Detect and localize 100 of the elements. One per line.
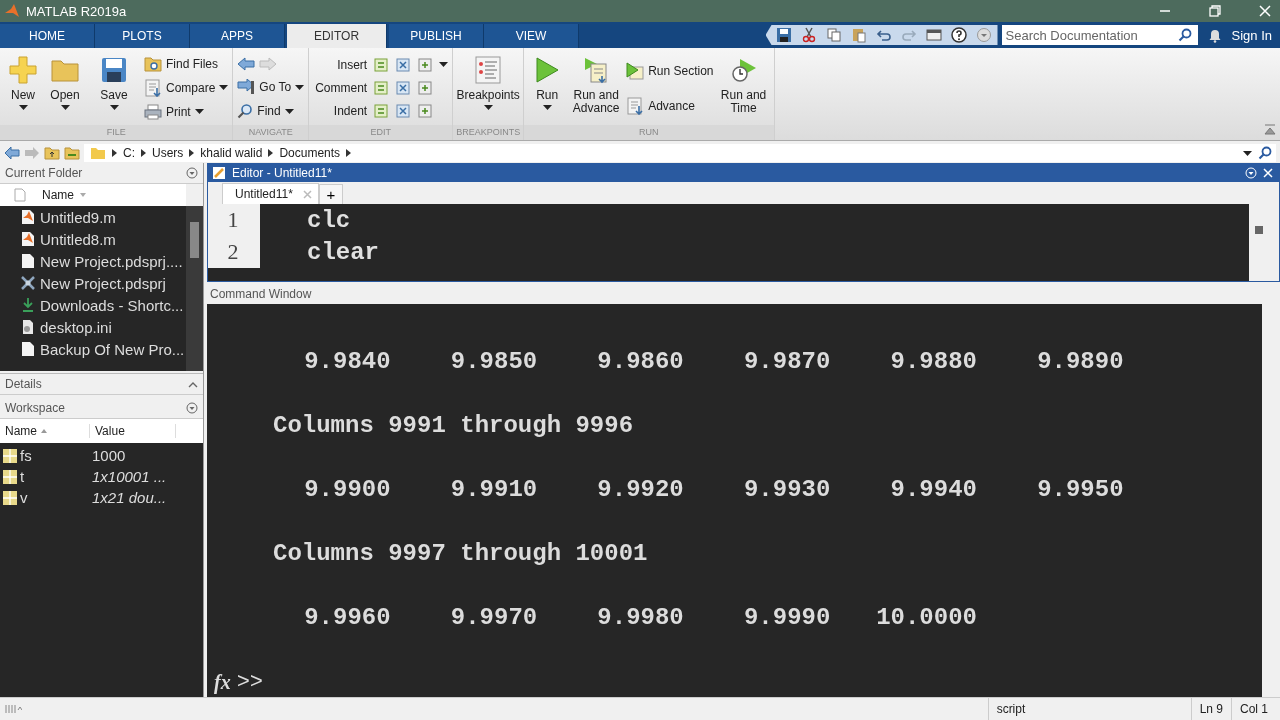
back-arrow-icon[interactable] xyxy=(237,57,256,71)
ribbon-tab[interactable]: HOME xyxy=(0,24,95,48)
file-item[interactable]: Downloads - Shortc... xyxy=(0,294,186,316)
column-header[interactable]: Name xyxy=(5,424,37,438)
panel-menu-icon[interactable] xyxy=(186,402,198,414)
caret-icon xyxy=(295,84,305,90)
edit-tool-icon[interactable] xyxy=(395,56,412,73)
ribbon-button[interactable]: Indent xyxy=(313,104,368,119)
search-icon[interactable] xyxy=(1258,146,1272,160)
ribbon-button[interactable]: Breakpoints xyxy=(457,51,520,123)
printer-icon xyxy=(144,103,162,120)
scissors-icon[interactable] xyxy=(800,27,817,43)
output-value: 9.9960 xyxy=(303,603,391,633)
new-tab-button[interactable]: + xyxy=(318,184,343,204)
ribbon-button[interactable]: Run xyxy=(528,51,567,123)
folder-icon xyxy=(144,56,162,73)
function-browser-button[interactable]: fx xyxy=(214,670,231,694)
path-field[interactable]: C: Users khalid walid Documents xyxy=(84,144,1276,162)
scrollbar[interactable] xyxy=(1249,204,1279,281)
file-item[interactable]: New Project.pdsprj xyxy=(0,272,186,294)
window-icon[interactable] xyxy=(925,27,942,43)
ribbon-tab[interactable]: PUBLISH xyxy=(389,24,484,48)
edit-tool-icon[interactable] xyxy=(373,103,390,120)
variable-name[interactable]: v xyxy=(20,489,90,506)
caret-icon[interactable] xyxy=(1243,150,1252,156)
edit-tool-icon[interactable] xyxy=(417,103,434,120)
ribbon-button[interactable]: Go To xyxy=(237,79,305,95)
search-field[interactable]: Search Documentation xyxy=(1001,25,1198,45)
collapse-icon[interactable] xyxy=(1264,124,1276,136)
up-folder-icon[interactable] xyxy=(44,146,60,160)
code-line: clc xyxy=(307,206,351,234)
ribbon-button[interactable]: Run Section xyxy=(626,61,714,80)
file-item[interactable]: Untitled9.m xyxy=(0,206,186,228)
ribbon-button[interactable]: Find xyxy=(237,103,305,119)
file-item[interactable]: desktop.ini xyxy=(0,316,186,338)
play-icon xyxy=(534,56,561,84)
copy-icon[interactable] xyxy=(825,27,842,43)
edit-tool-icon[interactable] xyxy=(395,103,412,120)
search-icon[interactable] xyxy=(1177,28,1192,42)
bell-icon[interactable] xyxy=(1207,27,1222,43)
scrollbar[interactable] xyxy=(186,206,203,371)
ribbon-button[interactable]: Find Files xyxy=(144,56,229,73)
ribbon-tab[interactable]: VIEW xyxy=(484,24,579,48)
line-number: 1 xyxy=(208,204,260,236)
ribbon-button[interactable]: Advance xyxy=(626,96,714,115)
caret-icon xyxy=(284,108,294,114)
caret-icon[interactable] xyxy=(439,62,449,68)
edit-tool-icon[interactable] xyxy=(395,80,412,96)
ribbon-button[interactable]: New xyxy=(4,51,42,123)
file-item[interactable]: Backup Of New Pro... xyxy=(0,338,186,360)
ribbon-tab[interactable]: PLOTS xyxy=(95,24,190,48)
panel-title: Details xyxy=(5,377,42,391)
column-header[interactable]: Value xyxy=(90,424,176,438)
file-name: Downloads - Shortc... xyxy=(40,296,184,314)
path-segment[interactable]: Users xyxy=(152,146,184,160)
variable-name[interactable]: fs xyxy=(20,447,90,464)
path-segment[interactable]: khalid walid xyxy=(200,146,263,160)
ribbon-button[interactable]: Comment xyxy=(313,81,368,95)
column-header[interactable]: Name xyxy=(42,188,74,202)
restore-icon[interactable] xyxy=(1208,4,1222,18)
edit-tool-icon[interactable] xyxy=(373,56,390,73)
ribbon-button[interactable]: Open xyxy=(46,51,84,123)
file-item[interactable]: Untitled8.m xyxy=(0,228,186,250)
group-label: RUN xyxy=(524,125,774,140)
ribbon-tab[interactable]: APPS xyxy=(190,24,285,48)
app-logo-icon xyxy=(4,3,20,19)
ribbon-tab[interactable]: EDITOR xyxy=(287,24,387,48)
path-segment[interactable]: C: xyxy=(123,146,135,160)
play-icon xyxy=(626,61,645,80)
file-name: Untitled8.m xyxy=(40,230,116,248)
browse-folder-icon[interactable] xyxy=(64,146,80,160)
clock-icon xyxy=(729,56,758,84)
file-tab[interactable]: Untitled11* xyxy=(222,183,319,204)
file-item[interactable]: New Project.pdsprj.... xyxy=(0,250,186,272)
folder-icon xyxy=(50,57,80,83)
collapse-icon[interactable] xyxy=(188,380,198,388)
undo-icon[interactable] xyxy=(875,27,892,43)
ribbon-button[interactable]: Compare xyxy=(144,79,229,97)
path-segment[interactable]: Documents xyxy=(279,146,341,160)
group-label: NAVIGATE xyxy=(233,125,309,140)
ribbon-button[interactable]: Run and Time xyxy=(717,51,770,123)
edit-tool-icon[interactable] xyxy=(417,56,434,73)
edit-tool-icon[interactable] xyxy=(417,80,434,96)
help-icon[interactable] xyxy=(950,27,967,43)
download-icon xyxy=(20,297,36,313)
edit-tool-icon[interactable] xyxy=(373,80,390,96)
dropdown-icon[interactable] xyxy=(975,27,992,43)
output-line: Columns 9991 through 9996 xyxy=(273,411,635,441)
chevron-icon xyxy=(346,149,352,157)
panel-menu-icon[interactable] xyxy=(186,167,198,179)
ribbon-button[interactable]: Print xyxy=(144,103,229,120)
paste-icon[interactable] xyxy=(850,27,867,43)
group-label: FILE xyxy=(0,125,233,140)
sign-in-link[interactable]: Sign In xyxy=(1231,27,1272,43)
variable-name[interactable]: t xyxy=(20,468,90,485)
back-arrow-icon[interactable] xyxy=(4,146,20,160)
ribbon-button[interactable]: Save xyxy=(88,51,140,123)
ribbon-button[interactable]: Insert xyxy=(313,57,368,72)
ribbon-button[interactable]: Run and Advance xyxy=(570,51,623,123)
caret-icon xyxy=(194,109,204,115)
